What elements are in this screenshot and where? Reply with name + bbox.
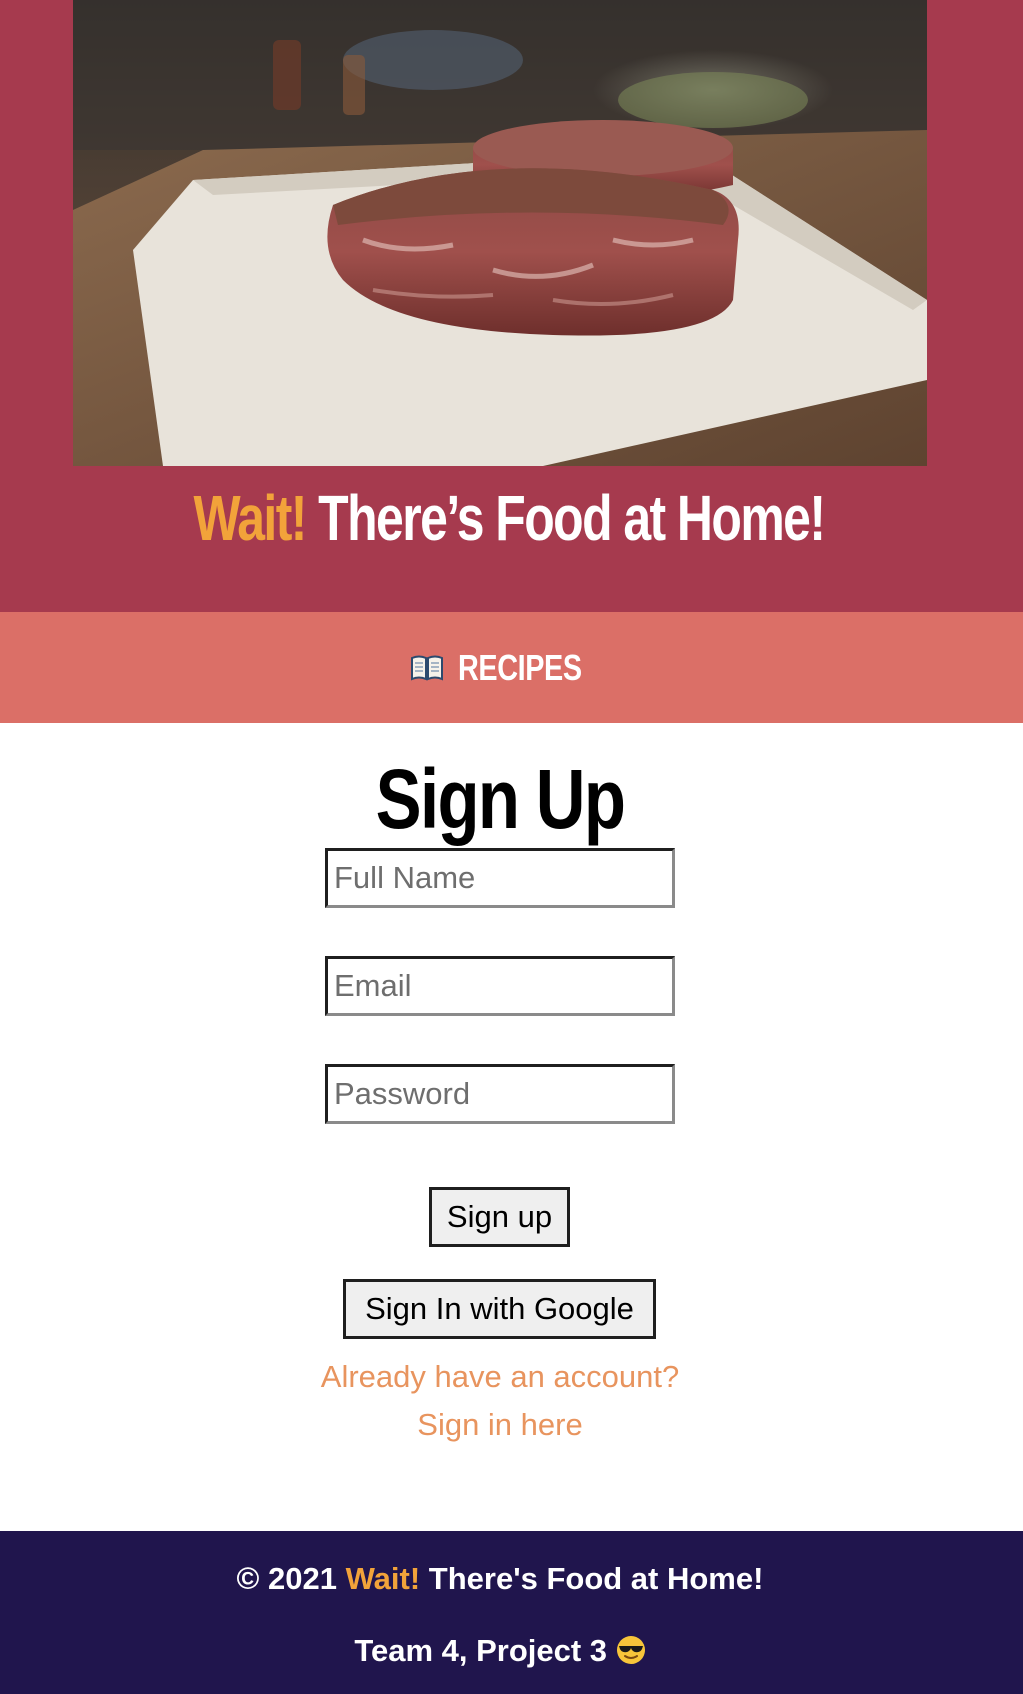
main-nav: RECIPES (0, 612, 1023, 723)
sunglasses-emoji-icon (616, 1636, 645, 1664)
signup-button[interactable]: Sign up (429, 1187, 570, 1247)
nav-item-label: RECIPES (458, 646, 582, 688)
site-title: Wait! There’s Food at Home! (110, 468, 908, 568)
signin-link[interactable]: Already have an account? Sign in here (0, 1353, 1000, 1449)
team-text: Team 4, Project 3 (0, 1627, 1000, 1675)
site-title-accent: Wait! (193, 482, 308, 554)
open-book-icon (411, 655, 444, 681)
site-footer: © 2021 Wait! There's Food at Home! Team … (0, 1531, 1023, 1694)
hero-image (73, 0, 927, 466)
copyright-accent: Wait! (345, 1561, 421, 1596)
email-field[interactable] (325, 956, 675, 1016)
nav-item-recipes[interactable]: RECIPES (410, 647, 613, 689)
team-label: Team 4, Project 3 (354, 1633, 616, 1668)
copyright-prefix: © 2021 (236, 1561, 346, 1596)
steak-photo (73, 0, 927, 466)
signup-section: Sign Up Sign up Sign In with Google Alre… (0, 723, 1023, 1531)
page-title: Sign Up (375, 752, 626, 846)
signin-here-text: Sign in here (417, 1407, 583, 1442)
password-field[interactable] (325, 1064, 675, 1124)
account-prompt-text: Already have an account? (320, 1359, 680, 1394)
site-title-rest: There’s Food at Home! (305, 482, 826, 554)
google-signin-button[interactable]: Sign In with Google (343, 1279, 656, 1339)
full-name-field[interactable] (325, 848, 675, 908)
copyright-text: © 2021 Wait! There's Food at Home! (0, 1555, 1000, 1603)
site-header: Wait! There’s Food at Home! (0, 0, 1023, 612)
copyright-rest: There's Food at Home! (420, 1561, 764, 1596)
